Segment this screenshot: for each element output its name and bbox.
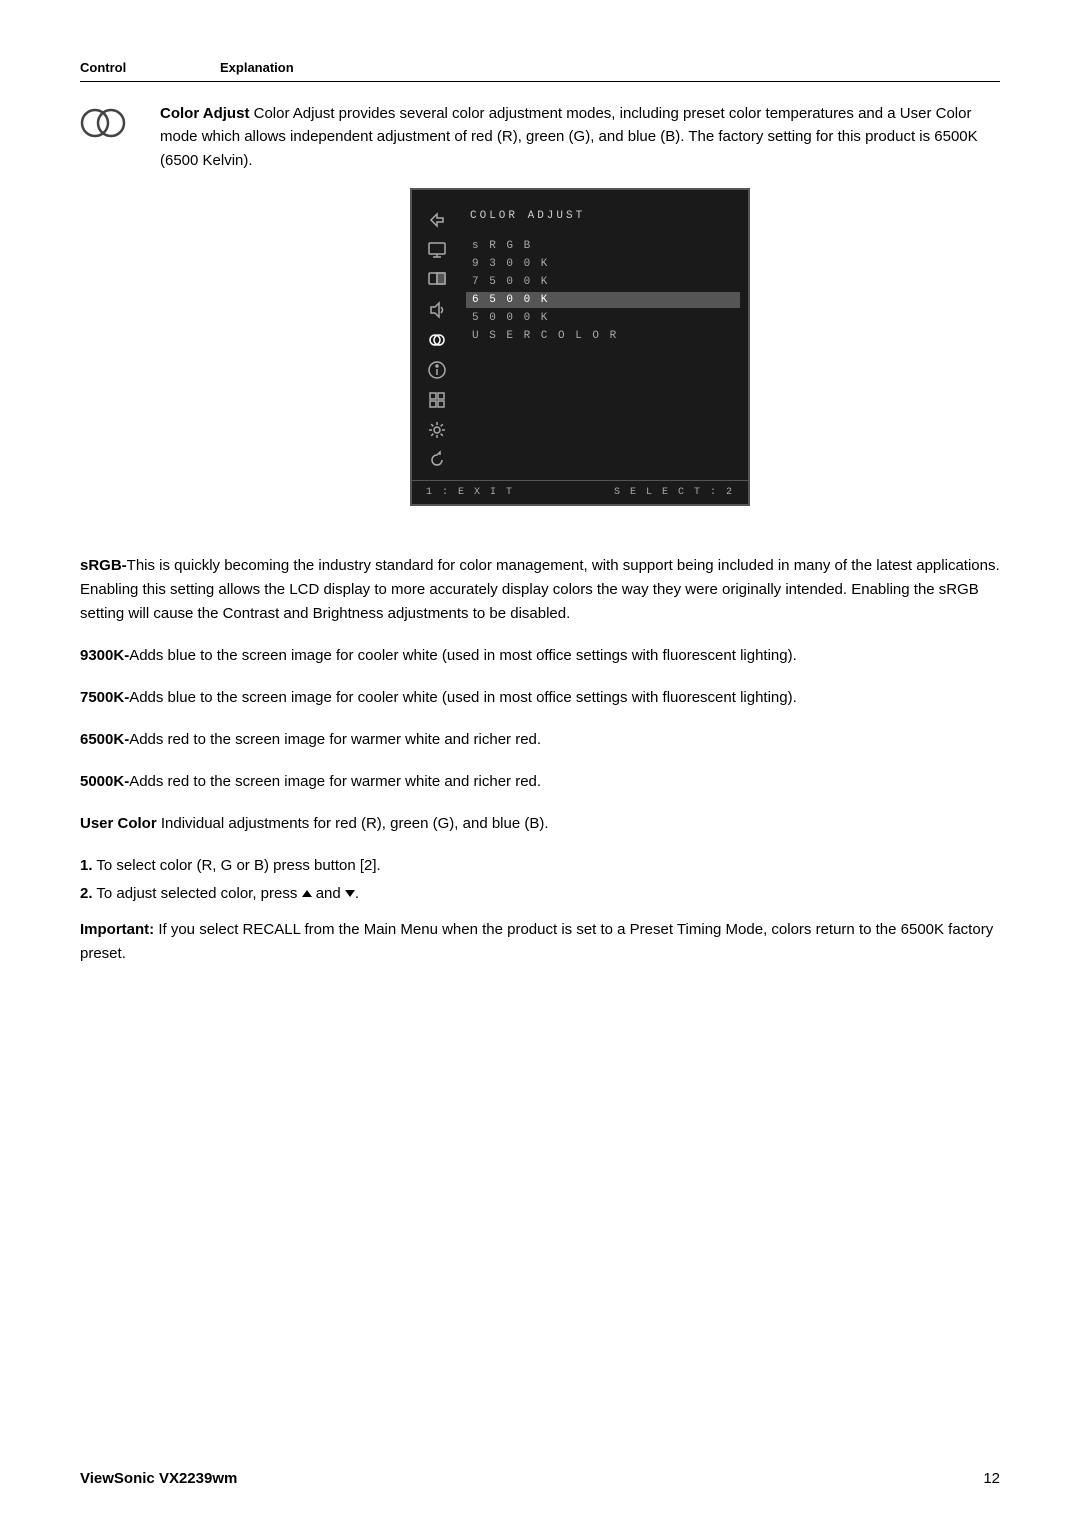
osd-content-area: COLOR ADJUST s R G B 9 3 0 0 K 7 5 0 0 K… [462,200,748,480]
osd-footer-exit: 1 : E X I T [426,487,514,498]
osd-icon-7 [423,388,451,412]
color-adjust-text: Color Adjust Color Adjust provides sever… [160,102,1000,172]
page-container: Control Explanation Color Adjust Color A… [0,0,1080,1527]
osd-menu-item-7500k: 7 5 0 0 K [466,274,740,290]
arrow-down-icon [345,890,355,897]
page-footer: ViewSonic VX2239wm 12 [80,1470,1000,1487]
para-9300k: 9300K-Adds blue to the screen image for … [80,644,1000,668]
osd-icon-9 [423,448,451,472]
osd-icon-8 [423,418,451,442]
user-color-label: User Color [80,815,157,832]
osd-footer-select: S E L E C T : 2 [614,487,734,498]
osd-menu-item-user-color: U S E R C O L O R [466,328,740,344]
osd-title: COLOR ADJUST [466,208,740,224]
9300k-bold: 9300K- [80,647,129,664]
osd-icon-3 [423,268,451,292]
osd-menu-item-9300k: 9 3 0 0 K [466,256,740,272]
step2-text: To adjust selected color, press [96,885,297,902]
header-control-label: Control [80,60,220,75]
srgb-text: This is quickly becoming the industry st… [80,557,1000,622]
7500k-text: Adds blue to the screen image for cooler… [129,689,797,706]
osd-icon-2 [423,238,451,262]
color-adjust-icon [80,106,124,142]
color-adjust-section: Color Adjust Color Adjust provides sever… [80,102,1000,530]
osd-display: COLOR ADJUST s R G B 9 3 0 0 K 7 5 0 0 K… [410,188,750,506]
osd-icon-1 [423,208,451,232]
5000k-text: Adds red to the screen image for warmer … [129,773,541,790]
footer-page-number: 12 [983,1470,1000,1487]
step1-number: 1. [80,857,93,874]
srgb-bold: sRGB- [80,557,127,574]
step2-and: and [316,885,341,902]
osd-menu-item-srgb: s R G B [466,238,740,254]
header-explanation-label: Explanation [220,60,294,75]
user-color-step1: 1. To select color (R, G or B) press but… [80,854,1000,878]
osd-icon-4 [423,298,451,322]
9300k-text: Adds blue to the screen image for cooler… [129,647,797,664]
osd-footer: 1 : E X I T S E L E C T : 2 [412,480,748,504]
user-color-desc: Individual adjustments for red (R), gree… [157,815,549,832]
header-row: Control Explanation [80,60,1000,82]
6500k-text: Adds red to the screen image for warmer … [129,731,541,748]
osd-inner: COLOR ADJUST s R G B 9 3 0 0 K 7 5 0 0 K… [412,190,748,480]
footer-brand: ViewSonic VX2239wm [80,1470,237,1487]
arrow-up-icon [302,890,312,897]
icon-cell [80,102,140,142]
osd-menu-item-5000k: 5 0 0 0 K [466,310,740,326]
brand-name: ViewSonic [80,1470,155,1487]
step2-number: 2. [80,885,93,902]
para-important: Important: If you select RECALL from the… [80,918,1000,966]
osd-icon-5-active [423,328,451,352]
color-adjust-description: Color Adjust Color Adjust provides sever… [160,102,1000,530]
7500k-bold: 7500K- [80,689,129,706]
important-label: Important: [80,921,154,938]
para-user-color: User Color Individual adjustments for re… [80,812,1000,836]
user-color-step2: 2. To adjust selected color, press and . [80,882,1000,906]
para-srgb: sRGB-This is quickly becoming the indust… [80,554,1000,626]
important-text: If you select RECALL from the Main Menu … [80,921,993,962]
osd-menu-item-6500k-selected: 6 5 0 0 K [466,292,740,308]
para-5000k: 5000K-Adds red to the screen image for w… [80,770,1000,794]
model-name: VX2239wm [159,1470,237,1487]
osd-sidebar [412,200,462,480]
para-7500k: 7500K-Adds blue to the screen image for … [80,686,1000,710]
6500k-bold: 6500K- [80,731,129,748]
para-6500k: 6500K-Adds red to the screen image for w… [80,728,1000,752]
osd-icon-6 [423,358,451,382]
5000k-bold: 5000K- [80,773,129,790]
